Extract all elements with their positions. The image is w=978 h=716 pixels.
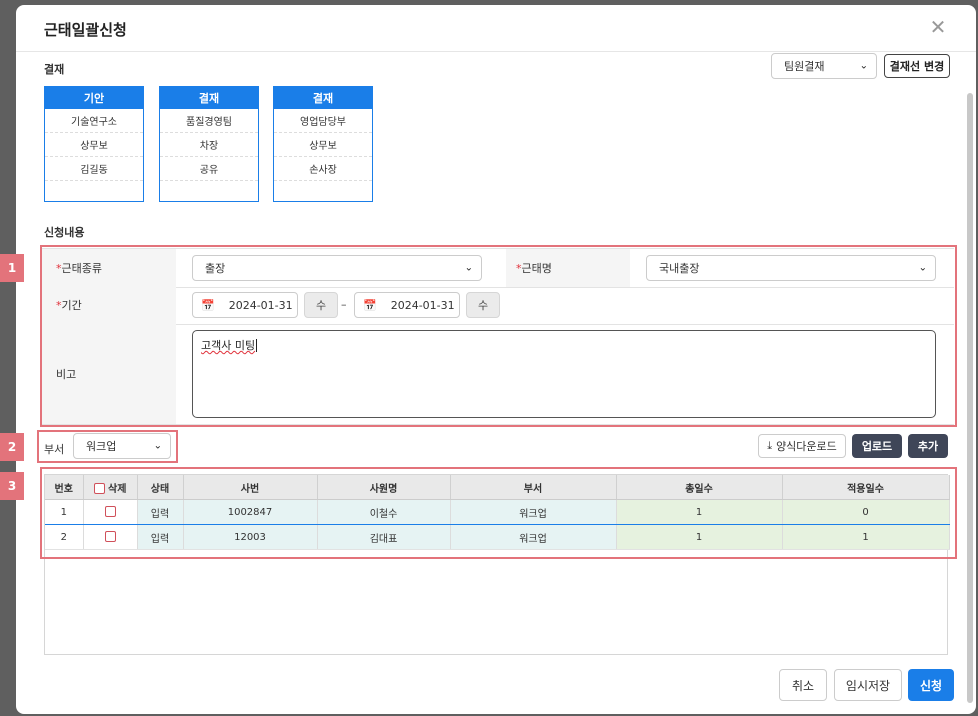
approval-box-approver-1: 결재 품질경영팀 차장 공유 (159, 86, 259, 202)
chevron-down-icon: ⌄ (859, 60, 868, 72)
cancel-button[interactable]: 취소 (779, 669, 827, 701)
annotation-box-2 (37, 430, 178, 463)
download-icon: ⤓ (767, 439, 773, 452)
approval-box-position: 차장 (160, 133, 258, 157)
change-approval-line-button[interactable]: 결재선 변경 (884, 54, 950, 78)
approval-section-label: 결재 (44, 63, 65, 76)
scrollbar-thumb[interactable] (967, 93, 973, 703)
approval-box-position: 상무보 (274, 133, 372, 157)
annotation-box-3 (40, 467, 957, 559)
upload-button[interactable]: 업로드 (852, 434, 902, 458)
annotation-badge-1: 1 (0, 254, 24, 282)
approval-line-select[interactable]: 팀원결재 ⌄ (771, 53, 877, 79)
request-section-label: 신청내용 (44, 226, 85, 239)
approval-box-dept: 품질경영팀 (160, 109, 258, 133)
approval-box-dept: 기술연구소 (45, 109, 143, 133)
annotation-box-1 (40, 245, 957, 427)
temp-save-button[interactable]: 임시저장 (834, 669, 902, 701)
approval-box-position: 상무보 (45, 133, 143, 157)
approval-box-person: 손사장 (274, 157, 372, 181)
modal-scrollbar[interactable] (966, 53, 974, 703)
modal-title: 근태일괄신청 (44, 21, 127, 39)
approval-box-head: 기안 (45, 87, 143, 109)
approval-box-person: 공유 (160, 157, 258, 181)
download-template-button[interactable]: ⤓ 양식다운로드 (758, 434, 846, 458)
download-template-label: 양식다운로드 (776, 440, 837, 453)
annotation-badge-2: 2 (0, 433, 24, 461)
close-icon[interactable]: ✕ (928, 17, 948, 37)
add-button[interactable]: 추가 (908, 434, 948, 458)
approval-line-select-value: 팀원결재 (784, 60, 825, 73)
approval-box-person: 김길동 (45, 157, 143, 181)
approval-box-head: 결재 (274, 87, 372, 109)
approval-box-dept: 영업담당부 (274, 109, 372, 133)
modal-header: 근태일괄신청 ✕ (16, 5, 976, 52)
submit-button[interactable]: 신청 (908, 669, 954, 701)
approval-box-approver-2: 결재 영업담당부 상무보 손사장 (273, 86, 373, 202)
approval-box-drafter: 기안 기술연구소 상무보 김길동 (44, 86, 144, 202)
annotation-badge-3: 3 (0, 472, 24, 500)
approval-box-head: 결재 (160, 87, 258, 109)
